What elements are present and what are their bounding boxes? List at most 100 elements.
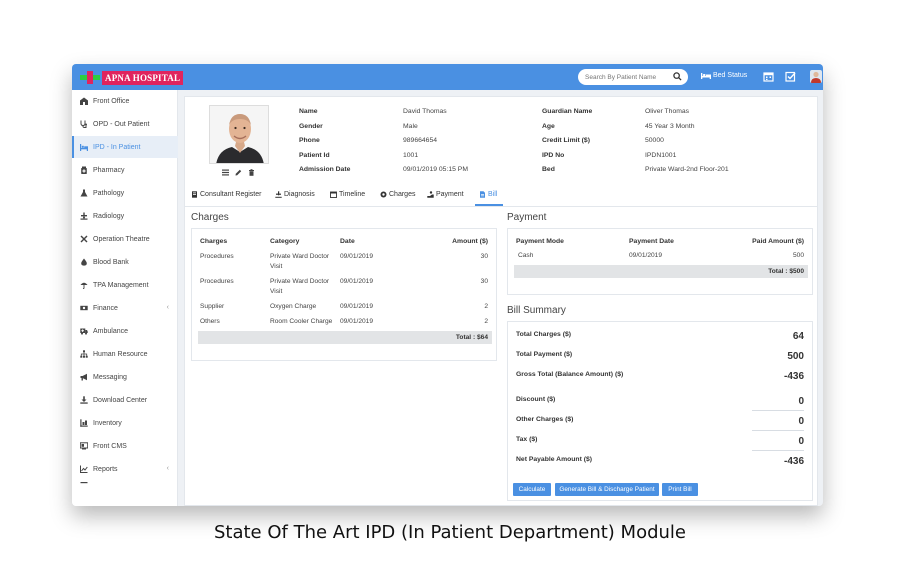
sidebar-item-label: Human Resource xyxy=(93,350,148,358)
bill-value-discount[interactable]: 0 xyxy=(798,396,804,407)
radiology-icon xyxy=(80,212,88,220)
tab-consultant-register[interactable]: Consultant Register xyxy=(191,191,261,198)
user-avatar[interactable] xyxy=(810,70,822,83)
tab-charges[interactable]: Charges xyxy=(380,191,415,198)
sidebar-item-messaging[interactable]: Messaging xyxy=(72,366,178,388)
sidebar-item-tpa-management[interactable]: TPA Management xyxy=(72,274,178,296)
sidebar-item-blood-bank[interactable]: Blood Bank xyxy=(72,251,178,273)
tab-bill[interactable]: Bill xyxy=(479,191,497,198)
delete-trash-icon[interactable] xyxy=(248,169,255,176)
sidebar-item-front-cms[interactable]: Front CMS xyxy=(72,435,178,457)
sidebar-item-operation-theatre[interactable]: Operation Theatre xyxy=(72,228,178,250)
payment-header-amount: Paid Amount ($) xyxy=(752,238,804,245)
front-office-icon xyxy=(80,97,88,105)
stethoscope-icon xyxy=(80,120,87,128)
info-value-ipd-no: IPDN1001 xyxy=(645,152,677,159)
pharmacy-icon xyxy=(81,166,87,174)
info-value-patient-id: 1001 xyxy=(403,152,419,159)
sidebar-item-human-resource[interactable]: Human Resource xyxy=(72,343,178,365)
info-label-patient-id: Patient Id xyxy=(299,152,330,159)
sidebar-item-label: Blood Bank xyxy=(93,258,129,266)
charges-header-category: Category xyxy=(270,238,300,245)
tab-diagnosis[interactable]: Diagnosis xyxy=(275,191,315,198)
info-label-bed: Bed xyxy=(542,166,555,173)
chart-icon xyxy=(80,465,88,473)
sidebar-item-cut-off[interactable] xyxy=(72,478,178,488)
tab-payment[interactable]: Payment xyxy=(427,191,464,198)
generate-bill-discharge-button[interactable]: Generate Bill & Discharge Patient xyxy=(555,483,659,496)
bill-value-net-payable: -436 xyxy=(783,456,804,467)
sidebar-item-pharmacy[interactable]: Pharmacy xyxy=(72,159,178,181)
umbrella-icon xyxy=(80,282,88,289)
info-value-credit-limit: 50000 xyxy=(645,137,664,144)
sidebar-item-label: Radiology xyxy=(93,212,125,220)
bed-icon xyxy=(701,73,711,79)
bill-value-gross-total: -436 xyxy=(783,371,804,382)
sidebar-item-ambulance[interactable]: Ambulance xyxy=(72,320,178,342)
download-icon xyxy=(80,396,88,404)
bill-label-other-charges: Other Charges ($) xyxy=(516,416,574,423)
tab-timeline[interactable]: Timeline xyxy=(330,191,365,198)
search-icon[interactable] xyxy=(673,72,682,81)
sidebar-item-inventory[interactable]: Inventory xyxy=(72,412,178,434)
info-label-age: Age xyxy=(542,123,555,130)
task-check-icon[interactable] xyxy=(785,71,796,82)
bill-value-tax[interactable]: 0 xyxy=(798,436,804,447)
calendar-icon[interactable] xyxy=(763,71,774,82)
info-value-admission-date: 09/01/2019 05:15 PM xyxy=(403,166,468,173)
sidebar-item-opd[interactable]: OPD - Out Patient xyxy=(72,113,178,135)
info-value-phone: 989664654 xyxy=(403,137,438,144)
file-icon xyxy=(480,191,485,198)
calendar-icon xyxy=(330,191,337,198)
sidebar-item-label: Inventory xyxy=(93,419,122,427)
charges-title: Charges xyxy=(191,212,229,223)
bill-label-total-charges: Total Charges ($) xyxy=(516,331,572,338)
bed-status-button[interactable]: Bed Status xyxy=(701,72,747,79)
scissors-icon xyxy=(80,235,88,243)
list-icon[interactable] xyxy=(222,169,229,176)
charges-total-bar: Total : $64 xyxy=(198,331,492,344)
bill-label-discount: Discount ($) xyxy=(516,396,556,403)
payment-header-mode: Payment Mode xyxy=(516,238,564,245)
bed-status-label: Bed Status xyxy=(713,72,748,79)
edit-pencil-icon[interactable] xyxy=(235,169,242,176)
charges-header-amount: Amount ($) xyxy=(452,238,488,245)
print-bill-button[interactable]: Print Bill xyxy=(662,483,698,496)
sidebar-item-ipd[interactable]: IPD - In Patient xyxy=(72,136,178,158)
sidebar-item-radiology[interactable]: Radiology xyxy=(72,205,178,227)
bill-summary-box: Total Charges ($) 64 Total Payment ($) 5… xyxy=(507,321,813,501)
bill-value-total-charges: 64 xyxy=(792,331,804,342)
logo-text: APNA HOSPITAL xyxy=(102,70,184,85)
sidebar-item-front-office[interactable]: Front Office xyxy=(72,90,178,112)
bill-label-gross-total: Gross Total (Balance Amount) ($) xyxy=(516,371,624,378)
tax-input-line xyxy=(752,450,804,451)
info-label-guardian: Guardian Name xyxy=(542,108,593,115)
info-label-credit-limit: Credit Limit ($) xyxy=(542,137,590,144)
bill-value-other-charges[interactable]: 0 xyxy=(798,416,804,427)
sidebar-item-label: Front CMS xyxy=(93,442,127,450)
search-input[interactable] xyxy=(585,73,669,81)
flask-icon xyxy=(80,189,88,197)
setup-icon xyxy=(80,482,88,484)
sidebar-item-label: Reports xyxy=(93,465,118,473)
calculate-button[interactable]: Calculate xyxy=(513,483,551,496)
ambulance-icon xyxy=(80,328,88,335)
info-label-phone: Phone xyxy=(299,137,320,144)
sidebar-item-label: Operation Theatre xyxy=(93,235,150,243)
sidebar: Front Office OPD - Out Patient IPD - In … xyxy=(72,90,178,506)
info-value-age: 45 Year 3 Month xyxy=(645,123,695,130)
sidebar-item-reports[interactable]: Reports ‹ xyxy=(72,458,178,480)
sidebar-item-label: Pathology xyxy=(93,189,125,197)
inventory-icon xyxy=(80,419,88,427)
sidebar-item-pathology[interactable]: Pathology xyxy=(72,182,178,204)
sidebar-item-finance[interactable]: Finance ‹ xyxy=(72,297,178,319)
blood-drop-icon xyxy=(81,258,87,266)
info-label-ipd-no: IPD No xyxy=(542,152,565,159)
sidebar-item-download-center[interactable]: Download Center xyxy=(72,389,178,411)
diagnosis-icon xyxy=(275,191,282,198)
hospital-logo[interactable]: APNA HOSPITAL xyxy=(80,70,184,85)
charges-table: Charges Category Date Amount ($) Procedu… xyxy=(191,228,497,361)
chevron-left-icon: ‹ xyxy=(166,304,169,311)
sidebar-item-label: OPD - Out Patient xyxy=(93,120,150,128)
ipd-tabs: Consultant Register Diagnosis Timeline C… xyxy=(185,183,817,207)
